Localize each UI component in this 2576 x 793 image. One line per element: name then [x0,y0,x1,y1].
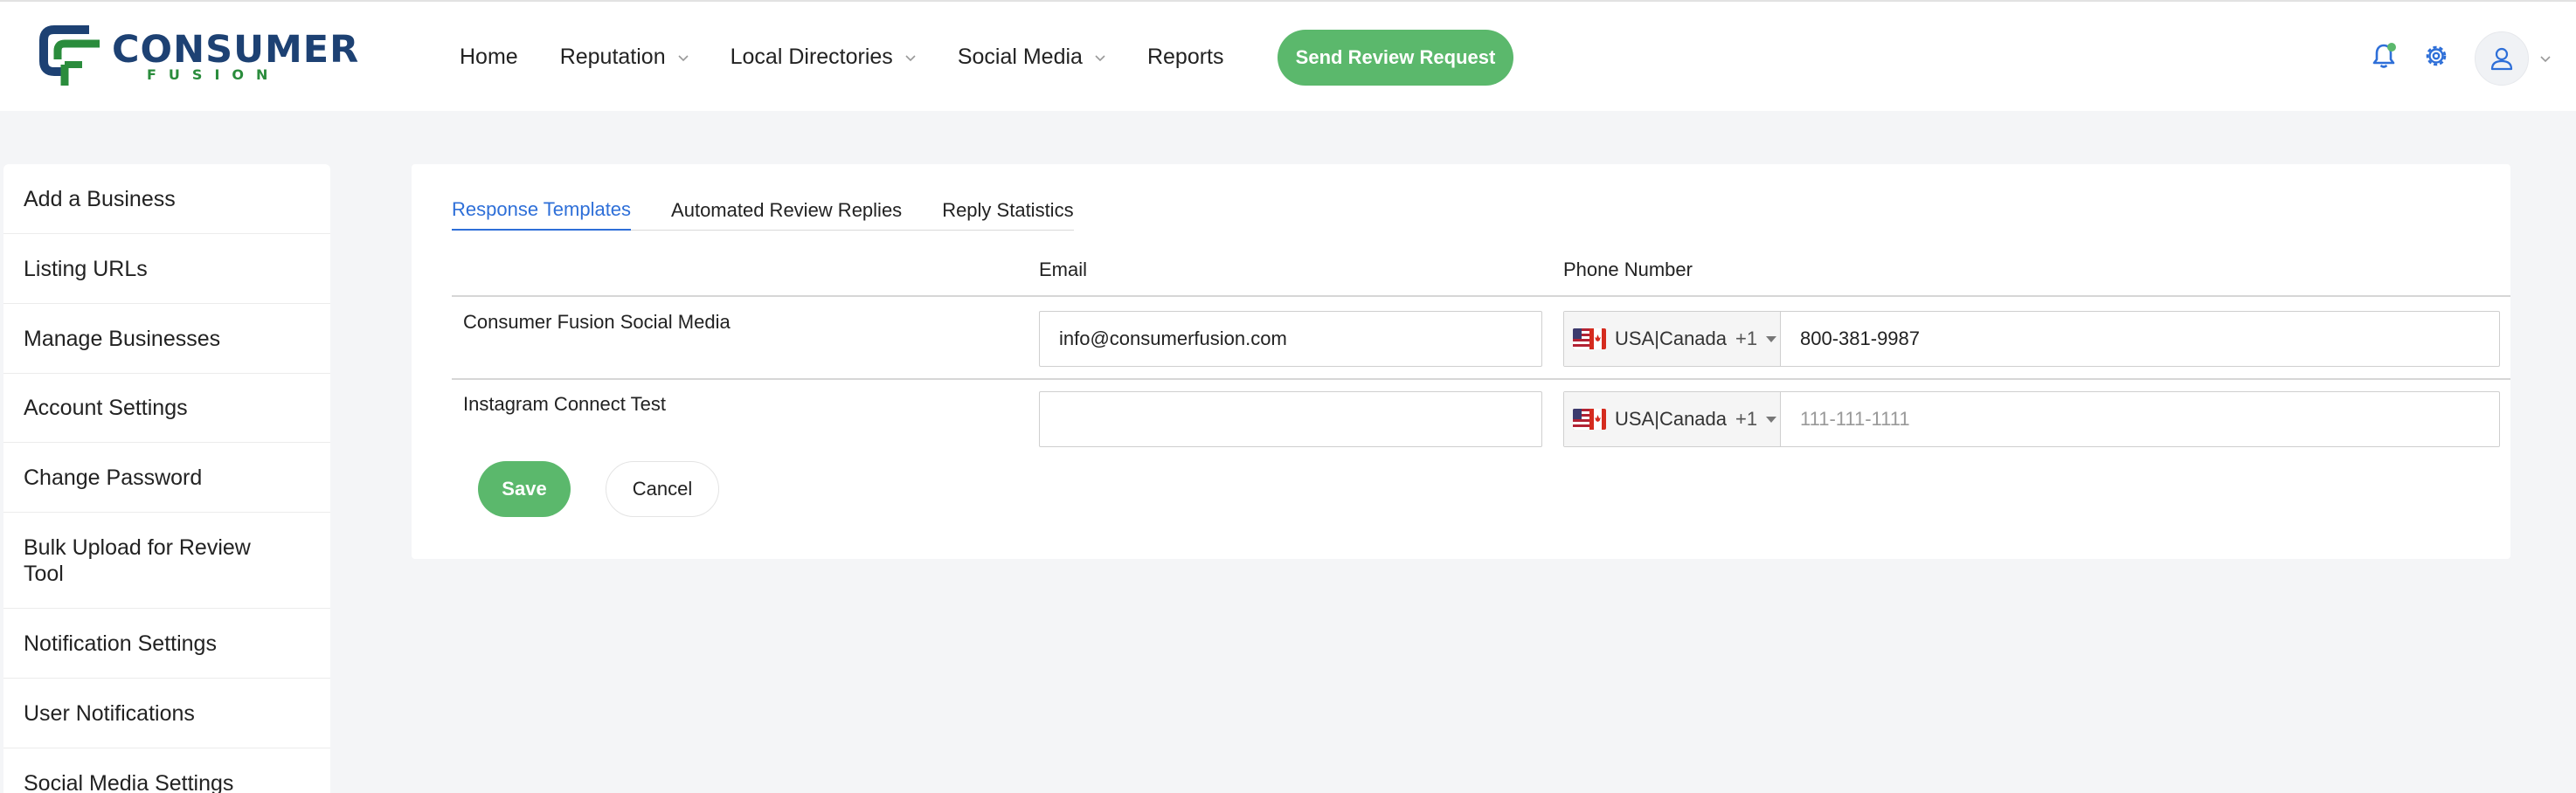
tab-automated-review-replies[interactable]: Automated Review Replies [671,190,902,231]
column-header-email: Email [1039,259,1088,280]
sidebar-item-label: Listing URLs [24,256,148,281]
sidebar-item-change-password[interactable]: Change Password [3,443,330,513]
nav-reputation[interactable]: Reputation [560,45,689,70]
main-nav: Home Reputation Local Directories Social… [460,2,1266,113]
sidebar-item-bulk-upload[interactable]: Bulk Upload for Review Tool [3,513,330,609]
chevron-down-icon[interactable] [2539,52,2552,65]
logo-tagline: FUSION [147,66,280,83]
nav-home[interactable]: Home [460,45,518,70]
chevron-down-icon [1095,52,1105,63]
nav-home-label: Home [460,45,518,69]
sidebar-item-label: Social Media Settings [24,771,234,793]
nav-local-directories-label: Local Directories [730,45,893,69]
caret-down-icon [1766,335,1777,342]
sidebar-item-label: User Notifications [24,700,195,726]
top-navigation-bar: CONSUMER FUSION Home Reputation Local Di… [0,0,2576,111]
usa-canada-flag-icon [1573,328,1606,349]
header-divider [452,295,2510,297]
sidebar-item-label: Change Password [24,465,203,490]
consumer-fusion-logo[interactable]: CONSUMER FUSION [38,24,358,87]
nav-social-media[interactable]: Social Media [958,45,1105,70]
send-review-request-button[interactable]: Send Review Request [1278,30,1513,86]
country-label: USA|Canada [1615,328,1728,349]
row-divider [452,378,2510,380]
row-business-name: Instagram Connect Test [463,393,666,415]
usa-canada-flag-icon [1573,409,1606,430]
country-label: USA|Canada [1615,408,1728,430]
phone-field: USA|Canada +1 800-381-9987 [1563,311,2500,367]
cancel-button[interactable]: Cancel [606,461,719,517]
gear-icon[interactable] [2420,40,2452,72]
user-icon [2490,47,2513,71]
nav-reports-label: Reports [1146,45,1224,69]
tab-reply-statistics[interactable]: Reply Statistics [942,190,1073,231]
caret-down-icon [1766,416,1777,423]
logo-wordmark: CONSUMER [112,28,360,72]
phone-input[interactable]: 800-381-9987 [1781,312,2499,366]
nav-reports[interactable]: Reports [1147,45,1224,70]
nav-reputation-label: Reputation [559,45,666,69]
email-field[interactable] [1039,391,1542,447]
sidebar-item-social-media-settings[interactable]: Social Media Settings [3,748,330,793]
country-code-select[interactable]: USA|Canada +1 [1564,312,1781,366]
dial-code: +1 [1735,408,1758,430]
logo-mark-icon [39,25,100,86]
email-field[interactable]: info@consumerfusion.com [1039,311,1542,367]
phone-input-value: 800-381-9987 [1800,328,1921,349]
response-templates-panel: Response Templates Automated Review Repl… [412,164,2510,559]
tab-response-templates[interactable]: Response Templates [452,190,632,231]
chevron-down-icon [678,52,689,63]
sidebar-item-add-business[interactable]: Add a Business [3,164,330,234]
chevron-down-icon [905,52,916,63]
phone-input-placeholder: 111-111-1111 [1800,408,1910,430]
row-business-name: Consumer Fusion Social Media [463,311,731,333]
sidebar-item-label: Notification Settings [24,631,217,656]
sidebar-item-listing-urls[interactable]: Listing URLs [3,234,330,304]
nav-social-media-label: Social Media [957,45,1083,69]
sidebar-item-user-notifications[interactable]: User Notifications [3,679,330,748]
column-header-phone: Phone Number [1563,259,1693,280]
sidebar-item-label: Account Settings [24,396,188,420]
sidebar-item-account-settings[interactable]: Account Settings [3,374,330,443]
email-field-value: info@consumerfusion.com [1059,328,1287,349]
bell-icon[interactable] [2368,40,2399,72]
sidebar-item-label: Add a Business [24,186,176,211]
sidebar-item-manage-businesses[interactable]: Manage Businesses [3,304,330,374]
sidebar-item-notification-settings[interactable]: Notification Settings [3,609,330,679]
dial-code: +1 [1735,328,1758,349]
phone-field: USA|Canada +1 111-111-1111 [1563,391,2500,447]
sidebar-item-label: Manage Businesses [24,326,221,351]
nav-local-directories[interactable]: Local Directories [731,45,916,70]
user-avatar[interactable] [2475,31,2529,86]
settings-tabs: Response Templates Automated Review Repl… [452,190,1074,231]
settings-sidebar: Add a Business Listing URLs Manage Busin… [3,164,330,793]
phone-input[interactable]: 111-111-1111 [1781,392,2499,446]
save-button[interactable]: Save [478,461,571,517]
country-code-select[interactable]: USA|Canada +1 [1564,392,1781,446]
sidebar-item-label: Bulk Upload for Review Tool [24,534,251,586]
